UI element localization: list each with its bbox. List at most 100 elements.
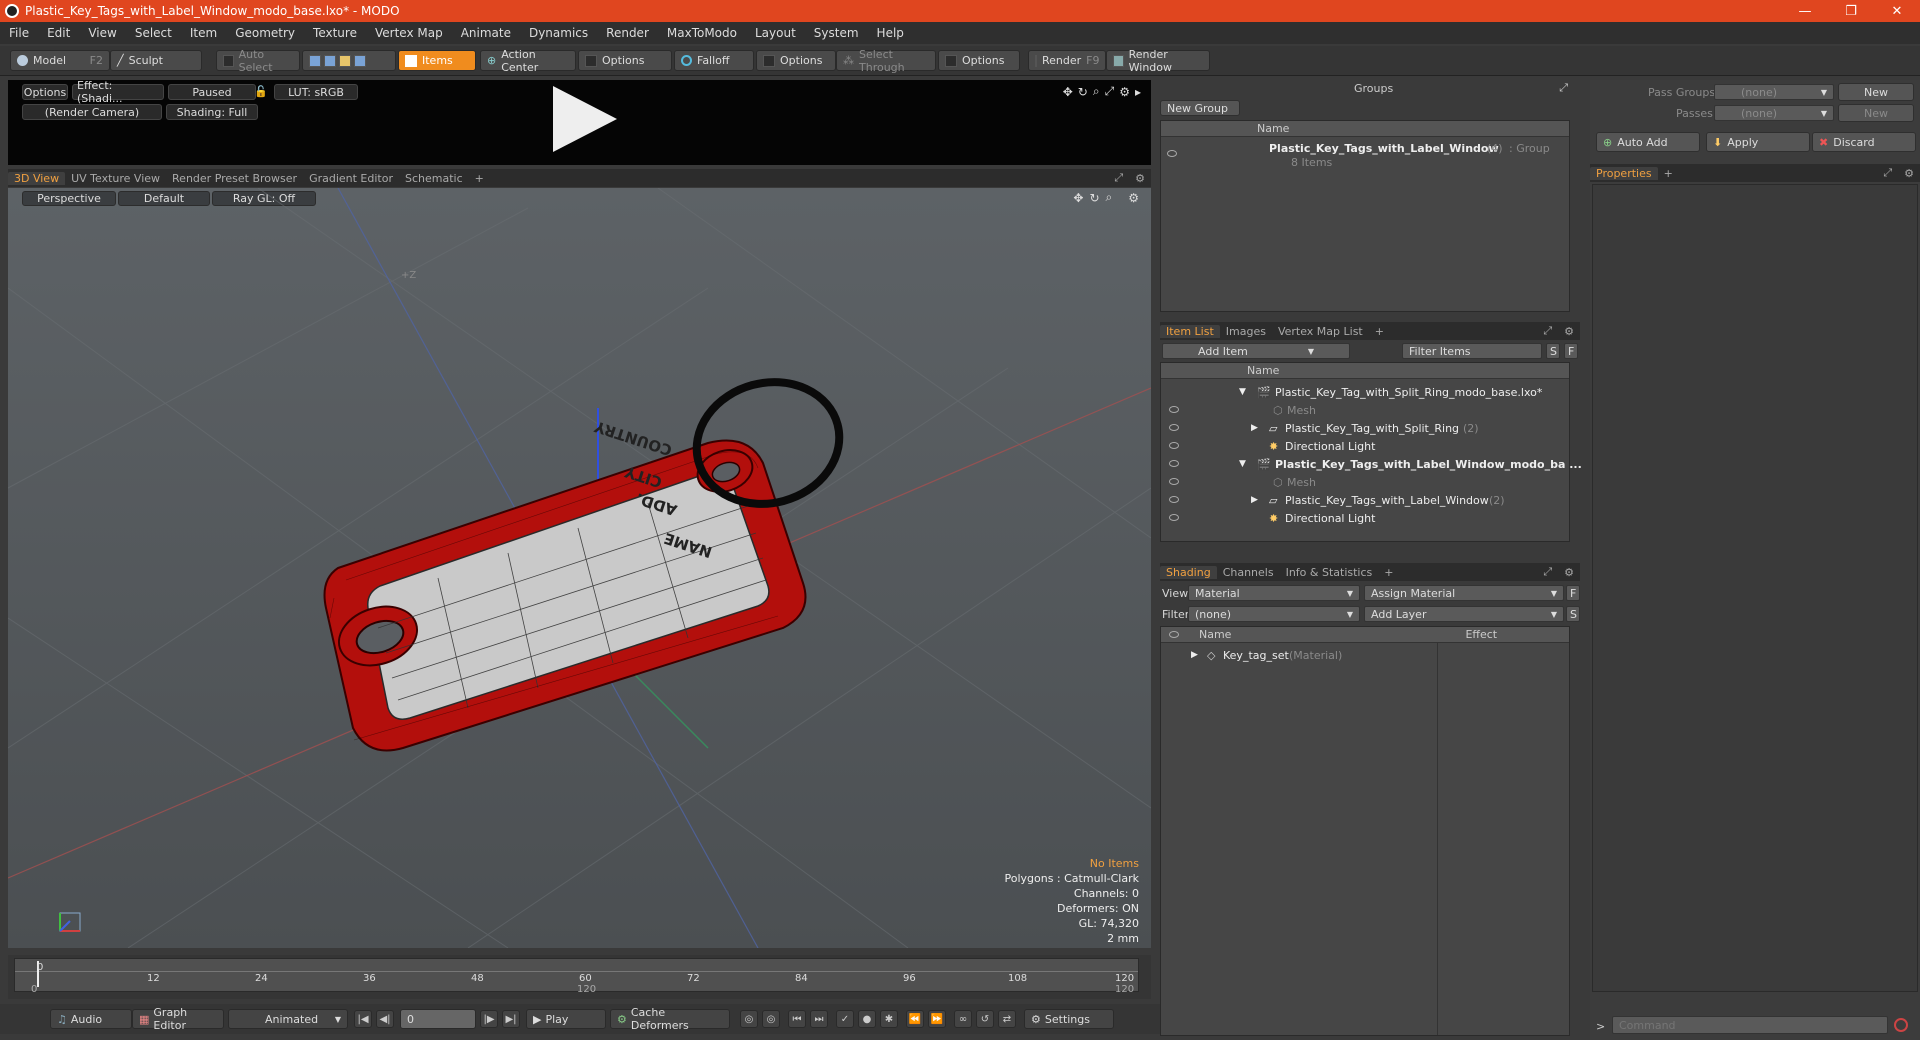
tab-gradient-editor[interactable]: Gradient Editor: [303, 172, 399, 185]
tab-render-preset-browser[interactable]: Render Preset Browser: [166, 172, 303, 185]
tab-info-statistics[interactable]: Info & Statistics: [1280, 566, 1379, 579]
tab-schematic[interactable]: Schematic: [399, 172, 469, 185]
tab-item-list[interactable]: Item List: [1160, 324, 1220, 338]
menu-geometry[interactable]: Geometry: [226, 26, 304, 40]
tab-uv-texture-view[interactable]: UV Texture View: [65, 172, 166, 185]
go-to-end-icon[interactable]: ▶|: [502, 1010, 520, 1028]
zoom-icon[interactable]: ⌕: [1093, 84, 1100, 99]
tab-3d-view[interactable]: 3D View: [8, 171, 66, 185]
graph-editor-button[interactable]: ▦ Graph Editor: [132, 1006, 224, 1032]
move-icon[interactable]: ✥: [1063, 85, 1073, 99]
group-row[interactable]: Plastic_Key_Tags_with_Label_Window (4) :…: [1161, 141, 1569, 169]
chevron-right-icon[interactable]: ▶: [1251, 495, 1258, 505]
shading-filter-dropdown[interactable]: (none) ▼: [1188, 606, 1360, 622]
sync-icon[interactable]: ⇄: [998, 1010, 1016, 1028]
visibility-eye-icon[interactable]: [1169, 496, 1179, 503]
maximize-icon[interactable]: ⤢: [1877, 166, 1898, 180]
link-icon[interactable]: ∞: [954, 1010, 972, 1028]
effect-dropdown[interactable]: Effect: (Shadi...: [72, 79, 164, 105]
discard-button[interactable]: ✖ Discard: [1812, 132, 1916, 152]
maximize-icon[interactable]: ⤢: [1108, 171, 1129, 185]
maximize-icon[interactable]: ⤢: [1559, 81, 1568, 95]
frame-input[interactable]: 0: [400, 1009, 476, 1029]
menu-item[interactable]: Item: [181, 26, 226, 40]
auto-select-button[interactable]: Auto Select: [216, 48, 300, 74]
new-pass-button[interactable]: New: [1838, 104, 1914, 122]
loop-icon[interactable]: ↺: [976, 1010, 994, 1028]
lut-dropdown[interactable]: LUT: sRGB: [274, 84, 358, 100]
falloff-options-button[interactable]: Options: [756, 50, 836, 71]
menu-file[interactable]: File: [0, 26, 38, 40]
passes-dropdown[interactable]: (none) ▼: [1714, 105, 1834, 121]
preview-options-button[interactable]: Options: [22, 84, 68, 100]
gear-icon[interactable]: ⚙: [1558, 325, 1580, 338]
close-button[interactable]: ✕: [1874, 4, 1920, 19]
record-icon[interactable]: [1894, 1018, 1908, 1032]
add-tab-button[interactable]: +: [1658, 167, 1679, 180]
gear-icon[interactable]: ⚙: [1119, 85, 1130, 99]
gear-icon[interactable]: ⚙: [1558, 566, 1580, 579]
step-forward-icon[interactable]: |▶: [480, 1010, 498, 1028]
minimize-button[interactable]: —: [1782, 4, 1828, 19]
tab-vertex-map-list[interactable]: Vertex Map List: [1272, 325, 1369, 338]
visibility-eye-icon[interactable]: [1169, 442, 1179, 449]
shading-view-dropdown[interactable]: Material ▼: [1188, 585, 1360, 601]
menu-dynamics[interactable]: Dynamics: [520, 26, 597, 40]
maximize-icon[interactable]: ⤢: [1537, 565, 1558, 579]
audio-button[interactable]: ♫ Audio: [50, 1009, 132, 1029]
maximize-button[interactable]: ❐: [1828, 4, 1874, 19]
menu-select[interactable]: Select: [126, 26, 181, 40]
apply-button[interactable]: ⬇ Apply: [1706, 132, 1810, 152]
new-group-button[interactable]: New Group: [1160, 100, 1240, 116]
arrow-right-icon[interactable]: ▸: [1135, 85, 1141, 99]
visibility-eye-icon[interactable]: [1169, 514, 1179, 521]
key-filter-icon[interactable]: ✱: [880, 1010, 898, 1028]
filter-toggle-button[interactable]: F: [1564, 343, 1578, 359]
key-all-icon[interactable]: ◎: [762, 1010, 780, 1028]
prev-frame-icon[interactable]: ⏪: [906, 1010, 924, 1028]
auto-add-button[interactable]: ⊕ Auto Add: [1596, 132, 1700, 152]
cache-deformers-button[interactable]: ⚙ Cache Deformers: [610, 1006, 730, 1032]
shading-s-button[interactable]: S: [1566, 606, 1580, 622]
visibility-eye-icon[interactable]: [1169, 406, 1179, 413]
action-center-button[interactable]: ⊕ Action Center: [480, 48, 576, 74]
polygons-mode-icon[interactable]: [339, 54, 351, 67]
render-window-button[interactable]: Render Window: [1106, 48, 1210, 74]
menu-layout[interactable]: Layout: [746, 26, 805, 40]
menu-edit[interactable]: Edit: [38, 26, 79, 40]
visibility-eye-icon[interactable]: [1169, 424, 1179, 431]
step-back-icon[interactable]: ◀|: [376, 1010, 394, 1028]
visibility-eye-icon[interactable]: [1169, 460, 1179, 467]
materials-mode-icon[interactable]: [354, 54, 366, 67]
add-item-dropdown[interactable]: Add Item ▼: [1162, 343, 1350, 359]
settings-button[interactable]: ⚙ Settings: [1024, 1009, 1114, 1029]
falloff-button[interactable]: Falloff: [674, 50, 754, 71]
select-through-button[interactable]: ⁂ Select Through: [836, 48, 936, 74]
go-to-start-icon[interactable]: |◀: [354, 1010, 372, 1028]
edges-mode-icon[interactable]: [324, 54, 336, 67]
shading-dropdown[interactable]: Shading: Full: [166, 104, 258, 120]
command-input[interactable]: [1612, 1016, 1888, 1034]
items-mode-button[interactable]: Items: [398, 50, 476, 71]
menu-animate[interactable]: Animate: [452, 26, 520, 40]
rotate-icon[interactable]: ↻: [1078, 85, 1088, 99]
lock-icon[interactable]: 🔓: [254, 85, 268, 98]
menu-maxtomodo[interactable]: MaxToModo: [658, 26, 746, 40]
menu-texture[interactable]: Texture: [304, 26, 366, 40]
auto-key-icon[interactable]: ✓: [836, 1010, 854, 1028]
add-tab-button[interactable]: +: [469, 172, 490, 185]
menu-view[interactable]: View: [79, 26, 125, 40]
shading-f-button[interactable]: F: [1566, 585, 1580, 601]
next-frame-icon[interactable]: ⏩: [928, 1010, 946, 1028]
render-button[interactable]: Render F9: [1028, 50, 1106, 71]
filter-items-input[interactable]: Filter Items: [1402, 343, 1542, 359]
new-pass-group-button[interactable]: New: [1838, 83, 1914, 101]
chevron-right-icon[interactable]: ▶: [1191, 650, 1198, 660]
tab-properties[interactable]: Properties: [1590, 166, 1658, 180]
chevron-right-icon[interactable]: ▶: [1251, 423, 1258, 433]
vertices-mode-icon[interactable]: [309, 54, 321, 67]
add-layer-dropdown[interactable]: Add Layer ▼: [1364, 606, 1564, 622]
key-icon[interactable]: ◎: [740, 1010, 758, 1028]
tab-shading[interactable]: Shading: [1160, 565, 1217, 579]
visibility-eye-icon[interactable]: [1169, 478, 1179, 485]
